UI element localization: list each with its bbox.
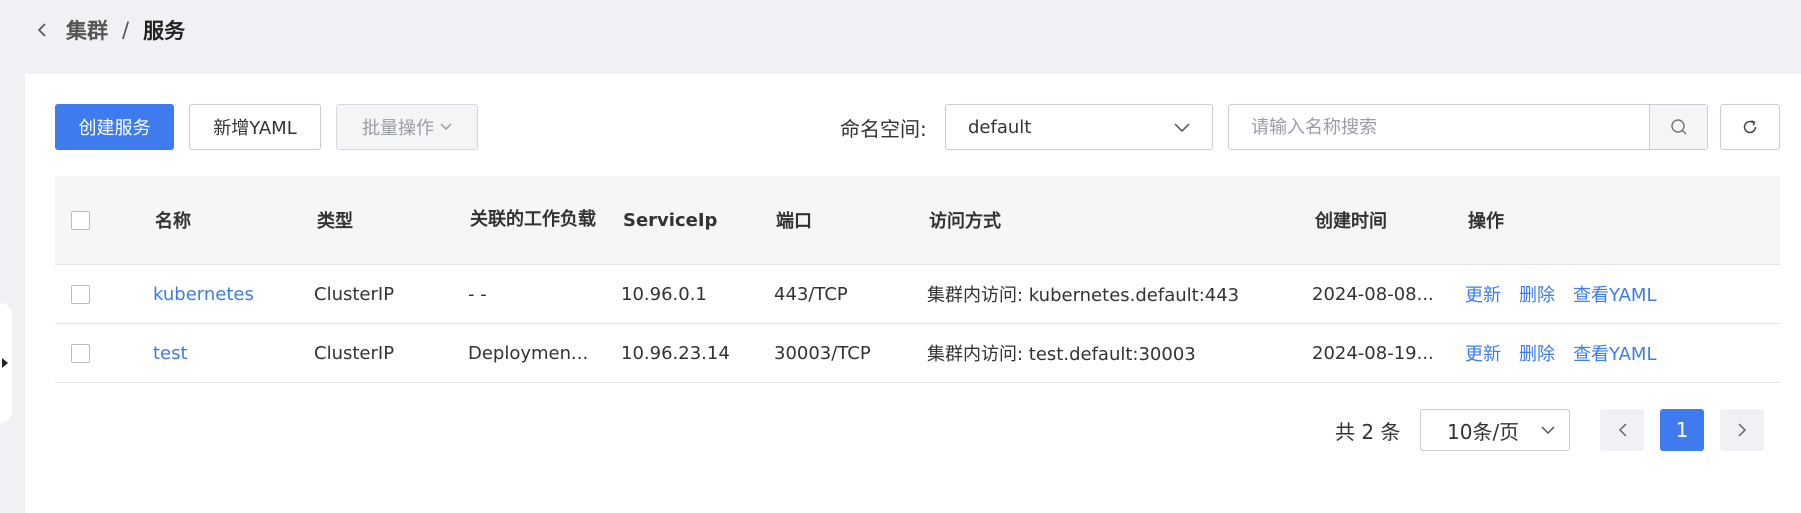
table-row: kubernetes ClusterIP - - 10.96.0.1 443/T… <box>55 265 1780 324</box>
header-name[interactable]: 名称 <box>155 176 191 264</box>
create-service-button[interactable]: 创建服务 <box>55 104 174 150</box>
caret-right-icon <box>2 358 8 368</box>
service-port: 443/TCP <box>774 283 848 305</box>
namespace-label: 命名空间: <box>840 116 927 141</box>
prev-page-button[interactable] <box>1600 409 1644 451</box>
page-size-select[interactable]: 10条/页 <box>1420 409 1570 451</box>
header-port: 端口 <box>776 211 812 232</box>
service-type: ClusterIP <box>314 283 395 305</box>
pagination-total: 共 2 条 <box>1335 419 1401 444</box>
service-ip: 10.96.23.14 <box>621 342 730 364</box>
refresh-button[interactable] <box>1720 104 1780 150</box>
service-created: 2024-08-19... <box>1312 342 1434 364</box>
chevron-right-icon <box>1737 423 1746 437</box>
breadcrumb-separator: / <box>122 18 130 42</box>
row-actions: 更新 删除 查看YAML <box>1465 265 1656 323</box>
chevron-left-icon <box>1618 423 1627 437</box>
service-workload: Deploymen... <box>468 342 589 364</box>
service-name-link[interactable]: test <box>153 324 188 382</box>
header-access: 访问方式 <box>929 211 1001 232</box>
namespace-value: default <box>968 116 1032 138</box>
add-yaml-label: 新增YAML <box>213 118 297 139</box>
service-type: ClusterIP <box>314 342 395 364</box>
chevron-down-icon <box>1174 122 1190 132</box>
services-table: 名称 类型 关联的工作负载 ServiceIp 端口 访问方式 创建时间 操作 … <box>55 176 1780 383</box>
update-link[interactable]: 更新 <box>1465 281 1501 307</box>
table-header: 名称 类型 关联的工作负载 ServiceIp 端口 访问方式 创建时间 操作 <box>55 176 1780 265</box>
chevron-down-icon <box>440 123 452 131</box>
row-checkbox[interactable] <box>71 343 90 363</box>
delete-link[interactable]: 删除 <box>1519 281 1555 307</box>
search-icon <box>1670 119 1687 135</box>
delete-link[interactable]: 删除 <box>1519 340 1555 366</box>
select-all-checkbox[interactable] <box>71 210 90 230</box>
service-workload: - - <box>468 283 487 305</box>
search-button[interactable] <box>1649 105 1707 149</box>
sidebar-expand-handle[interactable] <box>0 303 12 423</box>
create-service-label: 创建服务 <box>78 118 151 139</box>
batch-operations-button[interactable]: 批量操作 <box>336 104 478 150</box>
breadcrumb-parent[interactable]: 集群 <box>66 15 108 45</box>
service-name-link[interactable]: kubernetes <box>153 265 254 323</box>
search-input[interactable] <box>1229 105 1649 149</box>
service-created: 2024-08-08... <box>1312 283 1434 305</box>
page-size-value: 10条/页 <box>1447 419 1520 444</box>
batch-operations-label: 批量操作 <box>362 118 434 139</box>
add-yaml-button[interactable]: 新增YAML <box>189 104 321 150</box>
row-checkbox[interactable] <box>71 284 90 304</box>
breadcrumb: 集群 / 服务 <box>34 14 185 46</box>
header-service-ip: ServiceIp <box>623 209 718 231</box>
update-link[interactable]: 更新 <box>1465 340 1501 366</box>
header-type: 类型 <box>317 211 353 232</box>
next-page-button[interactable] <box>1720 409 1764 451</box>
chevron-down-icon <box>1541 426 1555 434</box>
header-created[interactable]: 创建时间 <box>1315 176 1387 264</box>
refresh-icon <box>1743 120 1757 134</box>
header-ops: 操作 <box>1468 211 1504 232</box>
back-chevron-icon[interactable] <box>34 22 50 38</box>
header-workload: 关联的工作负载 <box>470 209 596 230</box>
namespace-select[interactable]: default <box>945 104 1213 150</box>
row-actions: 更新 删除 查看YAML <box>1465 324 1656 382</box>
service-port: 30003/TCP <box>774 342 871 364</box>
view-yaml-link[interactable]: 查看YAML <box>1573 340 1656 366</box>
table-row: test ClusterIP Deploymen... 10.96.23.14 … <box>55 324 1780 383</box>
breadcrumb-current: 服务 <box>143 19 186 43</box>
service-access: 集群内访问: test.default:30003 <box>927 344 1196 365</box>
service-ip: 10.96.0.1 <box>621 283 707 305</box>
service-access: 集群内访问: kubernetes.default:443 <box>927 285 1240 306</box>
search-box <box>1228 104 1708 150</box>
view-yaml-link[interactable]: 查看YAML <box>1573 281 1656 307</box>
page-button-current[interactable]: 1 <box>1660 409 1704 451</box>
